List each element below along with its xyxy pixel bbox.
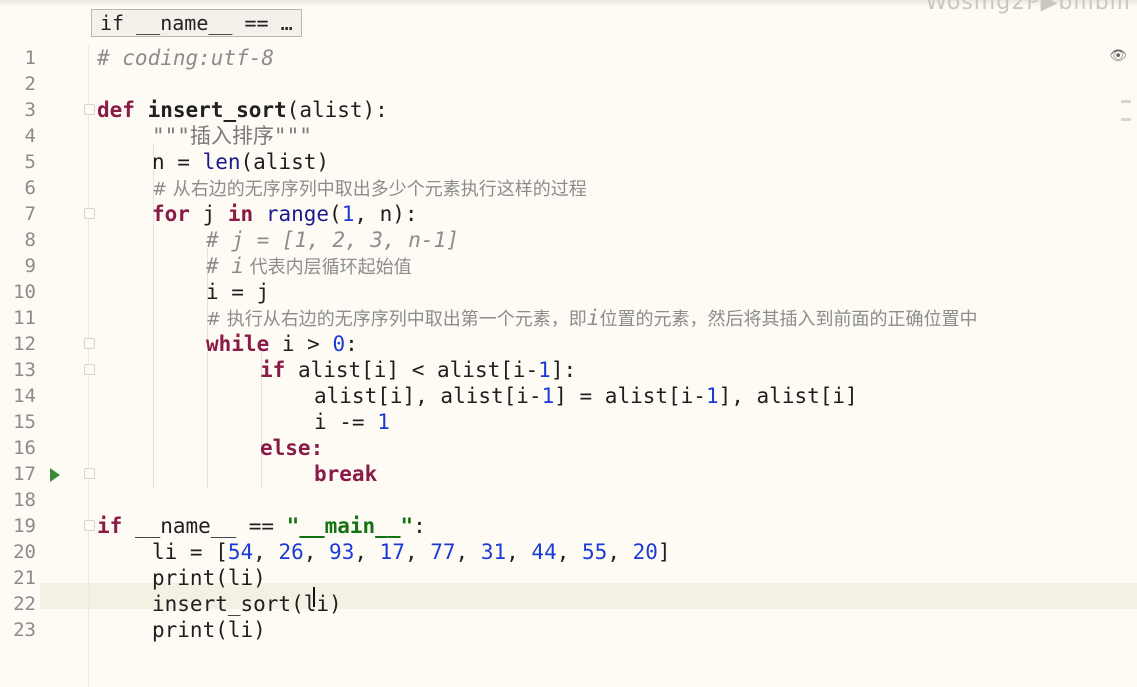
number-literal: 77 [430,540,456,564]
run-gutter-icon[interactable] [50,468,60,482]
code-line: alist[i], alist[i-1] = alist[i-1], alist… [314,384,858,408]
watermark: Wosmg2P▶bilibili [925,0,1131,15]
docstring: """插入排序""" [152,124,312,148]
line-number: 20 [13,541,36,563]
number-literal: 54 [227,540,254,564]
code-line: insert_sort(li) [152,592,342,616]
line-number: 22 [13,593,36,615]
line-number: 18 [13,489,36,511]
code-line: print(li) [152,566,266,590]
code-editor[interactable]: # coding:utf-8 def insert_sort(alist): "… [89,45,1137,687]
code-line: # coding:utf-8 [89,45,1137,71]
code-line: if alist[i] < alist[i-1]: [260,358,577,382]
number-literal: 31 [480,540,507,564]
line-number: 19 [13,515,36,537]
line-number: 13 [13,359,36,381]
line-number: 9 [24,255,36,277]
line-number-gutter: 1 2 3 4 5 6 7 8 9 10 11 12 13 14 15 16 17 18 19 20 21 22 23 [0,45,88,687]
line-number: 11 [13,307,36,329]
code-line: if __name__ == "__main__": [97,514,426,538]
line-number: 10 [13,281,36,303]
line-number: 7 [24,203,36,225]
code-line: while i > 0: [206,332,358,356]
code-line: # 执行从右边的无序序列中取出第一个元素，即i位置的元素，然后将其插入到前面的正… [206,306,978,330]
line-number: 21 [13,567,36,589]
code-line: # i 代表内层循环起始值 [206,254,412,278]
code-line: n = len(alist) [152,150,330,174]
number-literal: 44 [531,540,557,564]
number-literal: 93 [329,540,355,564]
code-line: else: [260,436,324,460]
line-number: 6 [24,177,36,199]
line-number: 15 [13,411,36,433]
string-literal: "__main__" [286,514,414,538]
code-line: i = j [206,280,270,304]
code-line: print(li) [152,618,266,642]
comment: # coding:utf-8 [97,46,275,70]
line-number: 12 [13,333,36,355]
function-name: insert_sort [147,98,287,122]
number-literal: 55 [582,540,608,564]
line-number: 16 [13,437,36,459]
code-line: for j in range(1, n): [152,202,418,226]
line-number: 14 [13,385,36,407]
code-line: def insert_sort(alist): [97,98,388,122]
breadcrumb[interactable]: if __name__ == … [91,9,302,37]
comment: # 从右边的无序序列中取出多少个元素执行这样的过程 [152,179,587,200]
number-literal: 20 [632,540,658,564]
code-line: li = [54, 26, 93, 17, 77, 31, 44, 55, 20… [152,540,671,564]
code-line: i -= 1 [314,410,390,434]
line-number: 1 [24,47,36,69]
line-number: 2 [24,73,36,95]
comment: # j = [1, 2, 3, n-1] [206,228,459,252]
number-literal: 26 [278,540,304,564]
line-number: 8 [24,229,36,251]
code-line: """插入排序""" [89,123,1137,149]
code-text: # coding:utf-8 [97,45,274,71]
keyword: def [97,98,135,122]
text-cursor [313,587,315,607]
builtin: len [202,150,241,174]
code-line: # j = [1, 2, 3, n-1] [89,227,1137,253]
number-literal: 17 [379,540,405,564]
code-line: # 从右边的无序序列中取出多少个元素执行这样的过程 [89,175,1137,201]
line-number: 4 [24,125,36,147]
code-line: break [314,462,378,486]
line-number: 23 [13,619,36,641]
line-number: 5 [24,151,36,173]
line-number: 17 [13,463,36,485]
line-number: 3 [24,99,36,121]
